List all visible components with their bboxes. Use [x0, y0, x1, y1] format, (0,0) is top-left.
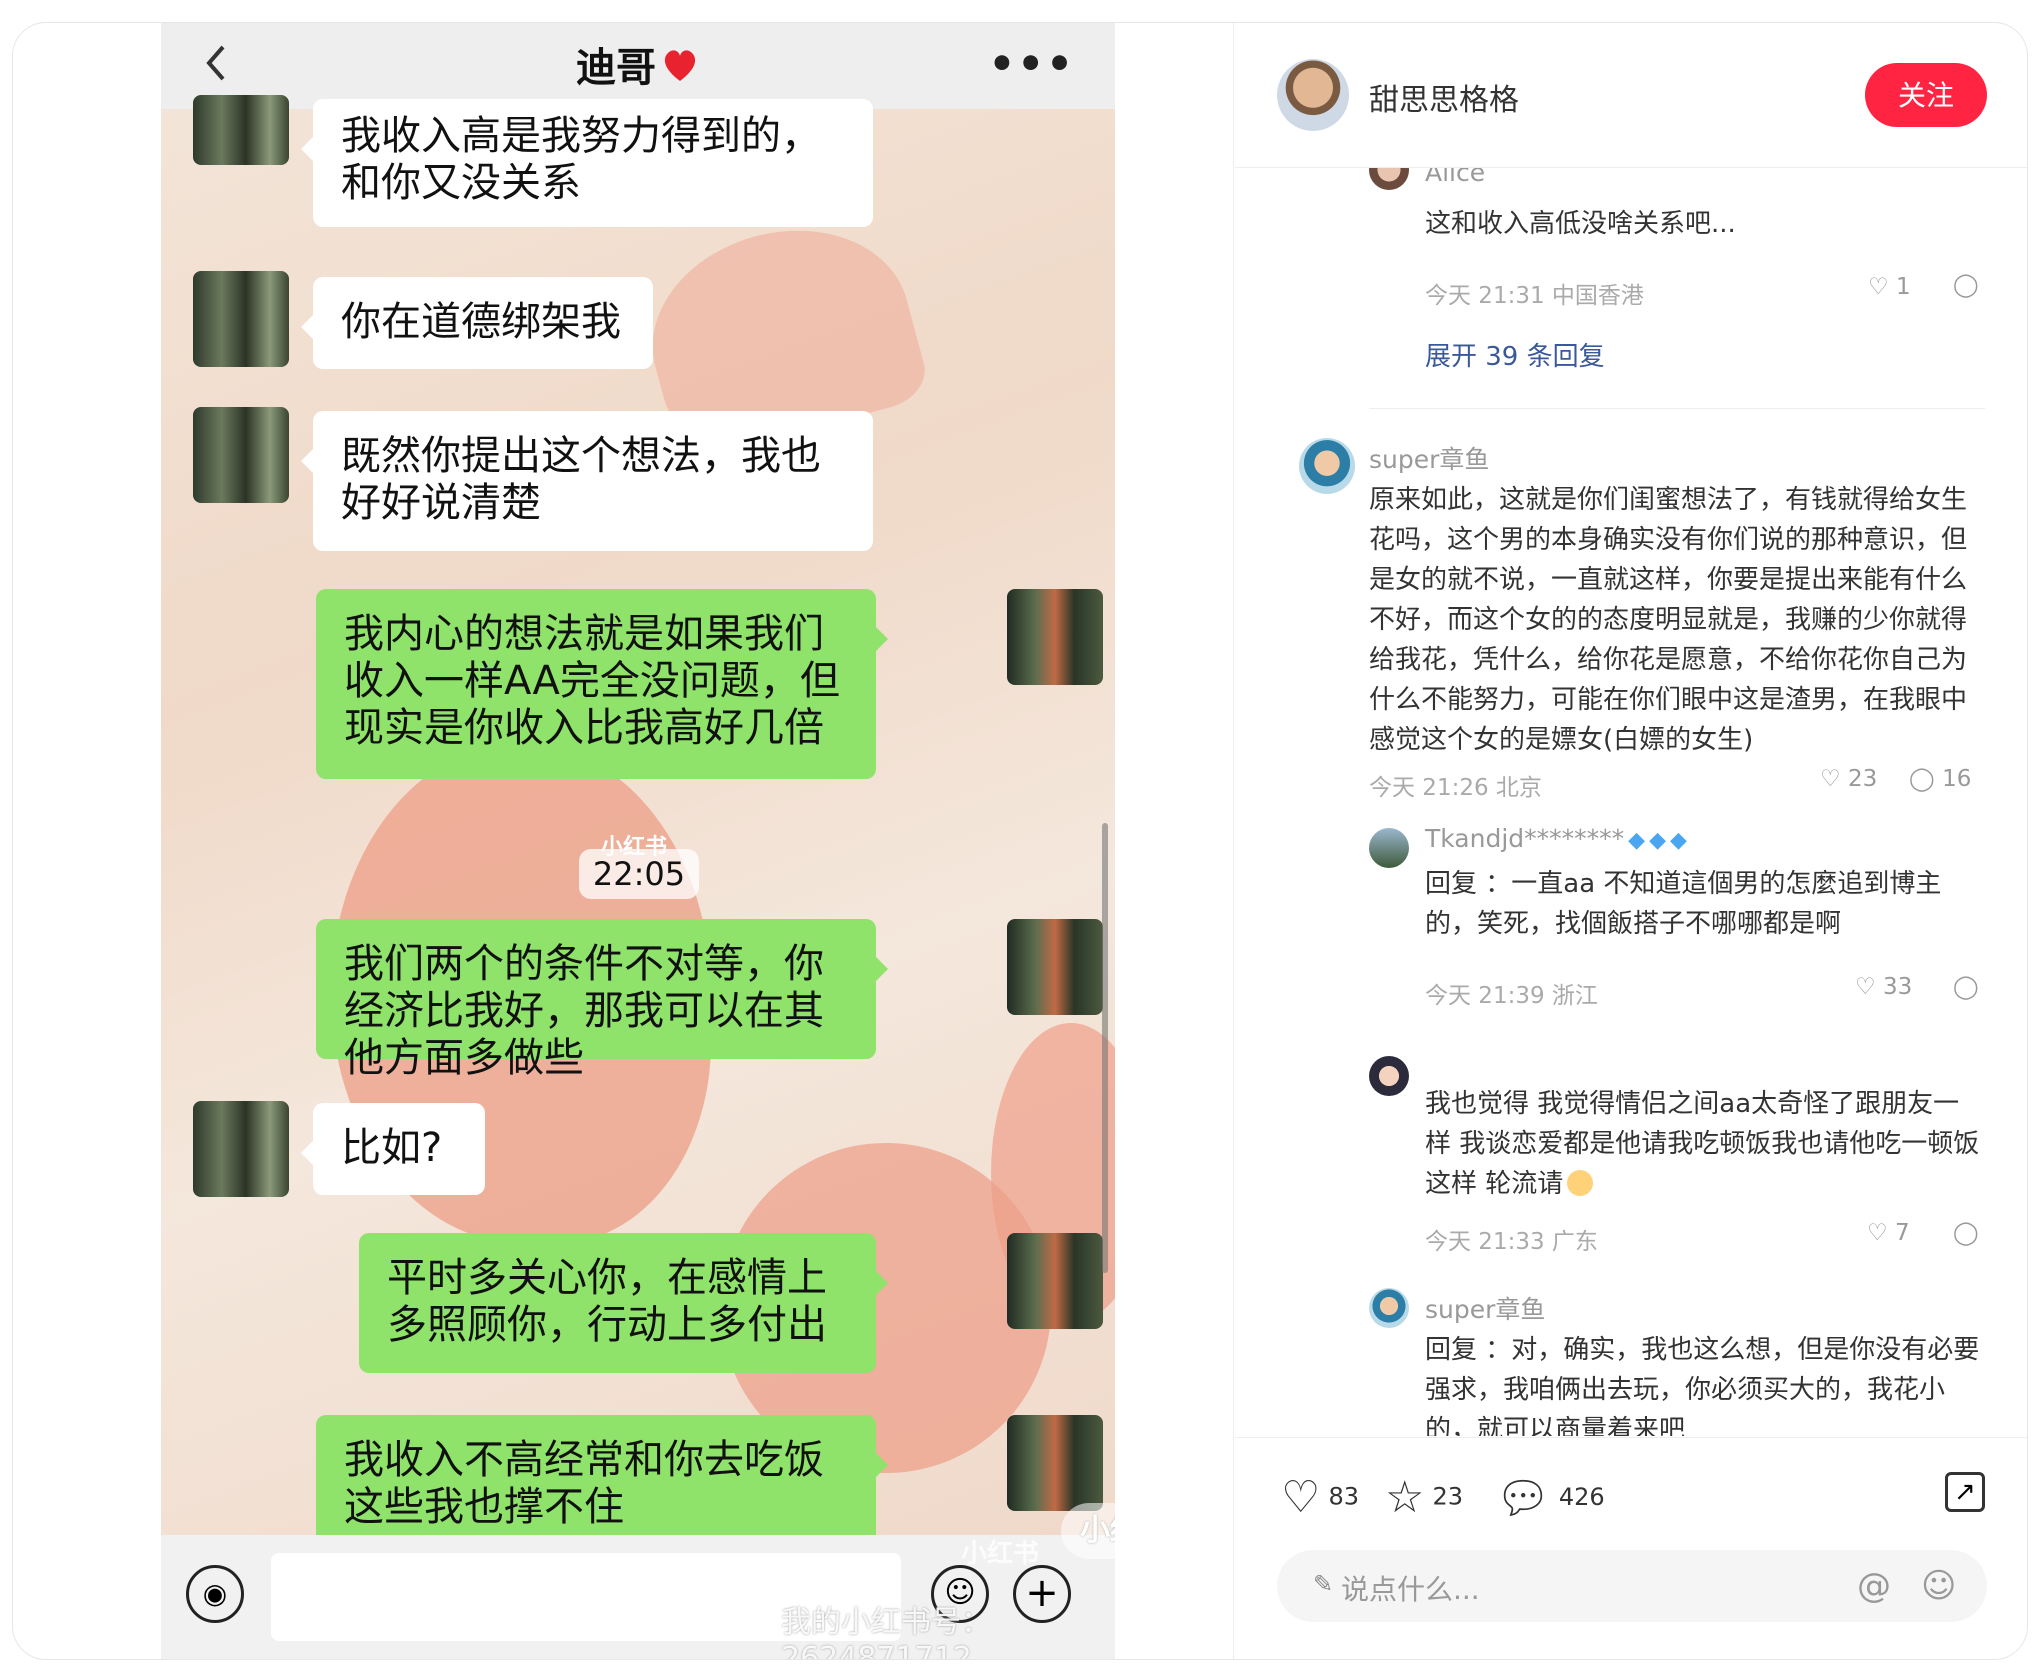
comment-panel: 甜思思格格 关注 Alice 这和收入高低没啥关系吧... 今天 21:31 中… [1235, 23, 2027, 1659]
commenter-name[interactable]: Alice [1425, 168, 1485, 187]
contact-avatar [193, 1101, 289, 1197]
comment-text: 回复 ：对，确实，我也这么想，但是你没有必要强求，我咱俩出去玩，你必须买大的，我… [1425, 1335, 1980, 1436]
commenter-name[interactable]: super章鱼 [1425, 1290, 1545, 1326]
commenter-avatar[interactable] [1369, 1056, 1409, 1096]
chat-title: 迪哥 [161, 35, 1115, 93]
chat-timestamp: 22:05 [579, 849, 699, 899]
comment-meta: 今天 21:31 中国香港 [1425, 283, 1644, 309]
collect-button[interactable]: ☆ 23 [1385, 1472, 1463, 1523]
at-icon[interactable]: @ [1857, 1566, 1891, 1606]
comment-meta: 今天 21:33 广东 [1425, 1229, 1598, 1255]
comment-bubble-icon: ◯ [1909, 766, 1935, 792]
comment-reply-button[interactable]: ◯ 16 [1909, 766, 1971, 792]
comment-like-button[interactable]: ♡ 7 [1867, 1220, 1910, 1246]
heart-outline-icon: ♡ [1867, 1220, 1888, 1246]
commenter-name[interactable]: super章鱼 [1369, 440, 1489, 476]
comment-text: 回复 ：一直aa 不知道這個男的怎麼追到博主的，笑死，找個飯搭子不哪哪都是啊 [1425, 869, 1942, 939]
comment-bubble-icon: 💬︎ [1495, 1473, 1551, 1524]
message-bubble: 比如? [301, 1103, 485, 1195]
pencil-icon: ✎ [1313, 1570, 1334, 1598]
my-avatar [1007, 1233, 1103, 1329]
heart-outline-icon: ♡ [1820, 766, 1841, 792]
commenter-avatar[interactable] [1369, 828, 1409, 868]
engagement-bar: ♡ 83 ☆ 23 💬︎ 426 ↗ ✎ 说点什么... @ ☺ [1235, 1437, 2027, 1659]
smile-icon[interactable]: ☺ [1921, 1566, 1956, 1606]
message-bubble: 我收入不高经常和你去吃饭这些我也撑不住 [316, 1415, 888, 1555]
comment-reply-icon[interactable]: ◯ [1953, 1220, 1979, 1246]
watermark-user-id: 我的小红书号：2624871712 [781, 1605, 991, 1659]
expand-replies-link[interactable]: 展开 39 条回复 [1425, 336, 1605, 373]
share-icon[interactable]: ↗ [1945, 1472, 1985, 1512]
diamond-icon: ◆ [1649, 828, 1667, 853]
message-bubble: 我内心的想法就是如果我们收入一样AA完全没问题，但现实是你收入比我高好几倍 [316, 589, 888, 779]
comment-list[interactable]: Alice 这和收入高低没啥关系吧... 今天 21:31 中国香港 ♡ 1 ◯… [1235, 168, 2027, 1436]
message-bubble: 我收入高是我努力得到的，和你又没关系 [301, 99, 873, 227]
star-outline-icon: ☆ [1385, 1472, 1425, 1523]
comment-like-button[interactable]: ♡ 1 [1868, 274, 1911, 300]
diamond-icon: ◆ [1670, 828, 1687, 853]
contact-avatar [193, 407, 289, 503]
more-icon: ••• [988, 39, 1075, 88]
my-avatar [1007, 919, 1103, 1015]
comment-like-button[interactable]: ♡ 33 [1855, 974, 1912, 1000]
author-name[interactable]: 甜思思格格 [1369, 75, 1519, 119]
comment-input-placeholder: 说点什么... [1341, 1573, 1480, 1606]
message-bubble: 平时多关心你，在感情上多照顾你，行动上多付出 [359, 1233, 888, 1373]
post-image[interactable]: 迪哥 ••• 我收入高是我努力得到的，和你又没关系 你在道德绑架我 既然你提出这… [161, 23, 1115, 1659]
post-card: 迪哥 ••• 我收入高是我努力得到的，和你又没关系 你在道德绑架我 既然你提出这… [12, 22, 2028, 1660]
panel-divider [1233, 23, 1234, 1659]
comment-meta: 今天 21:26 北京 [1369, 775, 1542, 801]
chat-scrollbar [1102, 823, 1108, 1273]
comment-divider [1369, 408, 1985, 409]
comment-input[interactable]: ✎ 说点什么... @ ☺ [1277, 1550, 1987, 1622]
comment-reply-icon[interactable]: ◯ [1953, 272, 1979, 298]
comment-text: 我也觉得 我觉得情侣之间aa太奇怪了跟朋友一样 我谈恋爱都是他请我吃顿饭我也请他… [1425, 1089, 1980, 1199]
heart-outline-icon: ♡ [1855, 974, 1876, 1000]
contact-avatar [193, 95, 289, 165]
message-bubble: 既然你提出这个想法，我也好好说清楚 [301, 411, 873, 551]
commenter-name[interactable]: Tkandjd******** ◆ ◆ ◆ [1425, 824, 1687, 853]
chat-header: 迪哥 ••• [161, 23, 1115, 109]
commenter-avatar[interactable] [1299, 438, 1355, 494]
my-avatar [1007, 589, 1103, 685]
commenter-avatar[interactable] [1369, 1288, 1409, 1328]
like-button[interactable]: ♡ 83 [1281, 1472, 1359, 1523]
heart-outline-icon: ♡ [1281, 1472, 1321, 1523]
comment-text: 原来如此，这就是你们闺蜜想法了，有钱就得给女生花吗，这个男的本身确实没有你们说的… [1369, 485, 1968, 755]
comment-text: 这和收入高低没啥关系吧... [1425, 209, 1736, 239]
comment-like-button[interactable]: ♡ 23 [1820, 766, 1877, 792]
red-heart-icon [660, 45, 700, 85]
follow-button[interactable]: 关注 [1865, 63, 1987, 127]
watermark-logo: 小红书 [1061, 1503, 1115, 1559]
watermark-logo: 小红书 [961, 1539, 1040, 1569]
crying-emoji-icon [1567, 1170, 1594, 1196]
voice-icon: ◉ [186, 1565, 244, 1623]
comment-reply-icon[interactable]: ◯ [1953, 974, 1979, 1000]
message-bubble: 我们两个的条件不对等，你经济比我好，那我可以在其他方面多做些 [316, 919, 888, 1081]
diamond-icon: ◆ [1628, 828, 1646, 853]
message-bubble: 你在道德绑架我 [301, 277, 653, 369]
heart-outline-icon: ♡ [1868, 274, 1889, 300]
comment-meta: 今天 21:39 浙江 [1425, 983, 1598, 1009]
author-avatar[interactable] [1277, 59, 1349, 131]
my-avatar [1007, 1415, 1103, 1511]
comment-button[interactable]: 💬︎ 426 [1495, 1472, 1605, 1524]
commenter-avatar[interactable] [1369, 168, 1409, 190]
contact-avatar [193, 271, 289, 367]
